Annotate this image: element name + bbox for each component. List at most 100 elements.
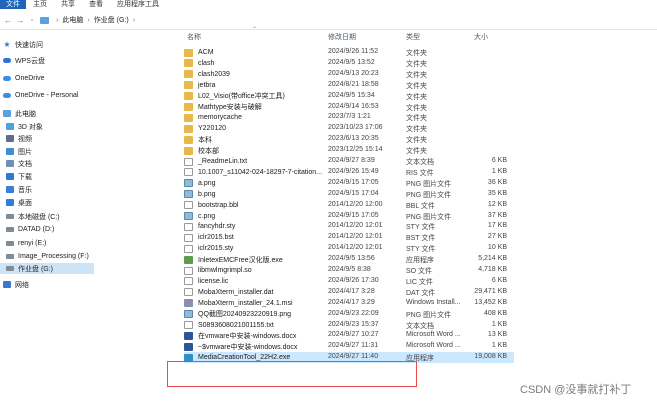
breadcrumb-this-pc[interactable]: 此电脑: [62, 15, 83, 25]
sidebar-item-music[interactable]: 音乐: [6, 184, 32, 195]
file-row[interactable]: c.png 2024/9/15 17:05 PNG 图片文件 37 KB: [184, 211, 514, 222]
sidebar-item-this-pc[interactable]: 此电脑: [3, 108, 36, 119]
file-name: a.png: [198, 179, 216, 187]
sidebar-item-onedrive[interactable]: OneDrive: [3, 73, 45, 84]
file-type: 文件夹: [406, 115, 427, 123]
address-row: ← → ⌄ › 此电脑 › 作业盘 (G:) ›: [0, 10, 657, 30]
file-name-cell: ~$vmware中安装-windows.docx: [184, 341, 297, 352]
file-row[interactable]: bootstrap.bbl 2014/12/20 12:00 BBL 文件 12 KB: [184, 200, 514, 211]
file-row[interactable]: QQ截图20240923220919.png 2024/9/23 22:09 PNG…: [184, 309, 514, 320]
file-size: 17 KB: [487, 222, 507, 230]
sidebar-item-documents[interactable]: 文档: [6, 158, 32, 169]
file-name: MobaXterm_installer_24.1.msi: [198, 299, 293, 307]
sidebar-item-label: OneDrive - Personal: [15, 92, 79, 99]
sidebar-item-drive-g[interactable]: 作业盘 (G:): [0, 263, 94, 274]
file-row[interactable]: MobaXterm_installer.dat 2024/4/17 3:28 DAT…: [184, 287, 514, 298]
file-row[interactable]: b.png 2024/9/15 17:04 PNG 图片文件 35 KB: [184, 189, 514, 200]
file-size: 1 KB: [491, 342, 507, 350]
file-row[interactable]: 在vmware中安装-windows.docx 2024/9/27 10:27 Mi…: [184, 330, 514, 341]
file-row[interactable]: Mathtype安装与破解 2024/9/14 16:53 文件夹: [184, 102, 514, 113]
sidebar-item-downloads[interactable]: 下载: [6, 171, 32, 182]
file-row[interactable]: a.png 2024/9/15 17:05 PNG 图片文件 36 KB: [184, 178, 514, 189]
file-name: _ReadmeLin.txt: [198, 158, 248, 165]
file-row[interactable]: jetbra 2024/8/21 18:58 文件夹: [184, 80, 514, 91]
column-header-date[interactable]: 修改日期: [328, 32, 356, 42]
file-row[interactable]: fancyhdr.sty 2014/12/20 12:01 STY 文件 17 KB: [184, 221, 514, 232]
file-row[interactable]: license.lic 2024/9/26 17:30 LIC 文件 6 KB: [184, 276, 514, 287]
back-arrow-icon[interactable]: ←: [2, 13, 14, 27]
video-icon: [6, 135, 14, 142]
file-row[interactable]: S0893608021001155.txt 2024/9/23 15:37 文本文档…: [184, 320, 514, 331]
sidebar-item-drive-c[interactable]: 本地磁盘 (C:): [6, 211, 60, 222]
file-name-cell: 10.1007_s11042-024-18297-7-citation...: [184, 167, 322, 178]
file-row[interactable]: MobaXterm_installer_24.1.msi 2024/4/17 3:…: [184, 298, 514, 309]
sidebar-item-onedrive-personal[interactable]: OneDrive - Personal: [3, 90, 78, 101]
star-icon: ★: [3, 40, 11, 49]
ribbon-tab-file[interactable]: 文件: [0, 0, 26, 9]
column-header-name[interactable]: 名称: [187, 32, 201, 42]
file-row[interactable]: clash2039 2024/9/13 20:23 文件夹: [184, 69, 514, 80]
file-type: PNG 图片文件: [406, 213, 452, 221]
png-file-icon: [184, 212, 193, 220]
file-name: 在vmware中安装-windows.docx: [198, 332, 297, 340]
drive-icon: [6, 227, 14, 232]
sidebar-item-label: 桌面: [18, 199, 32, 207]
sidebar-item-desktop[interactable]: 桌面: [6, 197, 32, 208]
file-row[interactable]: 校本部 2023/12/25 15:14 文件夹: [184, 145, 514, 156]
sidebar-item-label: 快速访问: [15, 41, 43, 49]
file-name: 10.1007_s11042-024-18297-7-citation...: [198, 168, 323, 176]
ribbon-tab-view[interactable]: 查看: [82, 0, 110, 9]
drive-icon: [6, 241, 14, 246]
sidebar-item-3d-objects[interactable]: 3D 对象: [6, 121, 43, 132]
sidebar-item-wps-cloud[interactable]: WPS云盘: [3, 55, 45, 66]
ribbon-tab-share[interactable]: 共享: [54, 0, 82, 9]
file-type: RIS 文件: [406, 169, 434, 177]
sidebar-item-drive-d[interactable]: DATAD (D:): [6, 224, 54, 235]
file-row[interactable]: InletexEMCFree汉化版.exe 2024/9/5 13:56 应用程序 5…: [184, 254, 514, 265]
sidebar-item-pictures[interactable]: 图片: [6, 146, 32, 157]
file-size: 12 KB: [487, 200, 507, 208]
file-type: Microsoft Word ...: [406, 342, 461, 350]
file-row[interactable]: _ReadmeLin.txt 2024/9/27 8:39 文本文档 6 KB: [184, 156, 514, 167]
file-size: 1 KB: [491, 320, 507, 328]
file-row[interactable]: libmwlmgrimpl.so 2024/9/5 8:38 SO 文件 4,718 …: [184, 265, 514, 276]
column-header-size[interactable]: 大小: [474, 32, 488, 42]
file-date: 2023/7/3 1:21: [328, 113, 371, 121]
sidebar-item-network[interactable]: 网络: [3, 279, 29, 290]
file-name-cell: fancyhdr.sty: [184, 221, 235, 232]
png-file-icon: [184, 310, 193, 319]
file-date: 2024/9/15 17:05: [328, 178, 379, 186]
file-row[interactable]: Y220120 2023/10/23 17:06 文件夹: [184, 123, 514, 134]
file-row[interactable]: iclr2015.sty 2014/12/20 12:01 STY 文件 10 KB: [184, 243, 514, 254]
pc-icon: [3, 110, 11, 117]
sidebar-item-drive-e[interactable]: renyi (E:): [6, 238, 46, 249]
file-date: 2024/9/26 15:49: [328, 167, 379, 175]
file-row[interactable]: clash 2024/9/5 13:52 文件夹: [184, 58, 514, 69]
file-row[interactable]: ~$vmware中安装-windows.docx 2024/9/27 11:31 M…: [184, 341, 514, 352]
ribbon-tab-app-tools[interactable]: 应用程序工具: [110, 0, 166, 9]
forward-arrow-icon[interactable]: →: [14, 13, 26, 27]
recent-dropdown-icon[interactable]: ⌄: [26, 13, 38, 27]
address-bar[interactable]: › 此电脑 › 作业盘 (G:) ›: [40, 13, 340, 27]
column-header-type[interactable]: 类型: [406, 32, 420, 42]
file-name-cell: 校本部: [184, 145, 219, 156]
sidebar-item-label: 3D 对象: [18, 123, 43, 131]
sidebar-item-label: Image_Processing (F:): [18, 253, 89, 260]
file-row[interactable]: ACM 2024/9/26 11:52 文件夹: [184, 47, 514, 58]
file-row[interactable]: memorycache 2023/7/3 1:21 文件夹: [184, 112, 514, 123]
file-date: 2024/9/13 20:23: [328, 69, 379, 77]
documents-icon: [6, 160, 14, 167]
file-type: PNG 图片文件: [406, 191, 452, 199]
file-row[interactable]: 本科 2023/6/13 20:35 文件夹: [184, 134, 514, 145]
sidebar-item-drive-f[interactable]: Image_Processing (F:): [6, 251, 89, 262]
sidebar-item-quick-access[interactable]: ★ 快速访问: [3, 39, 43, 50]
breadcrumb-g-drive[interactable]: 作业盘 (G:): [94, 15, 129, 25]
ribbon-tab-home[interactable]: 主页: [26, 0, 54, 9]
chevron-right-icon: ›: [56, 16, 59, 24]
sidebar-item-videos[interactable]: 视频: [6, 133, 32, 144]
file-row[interactable]: 10.1007_s11042-024-18297-7-citation... 20…: [184, 167, 514, 178]
dat-file-icon: [184, 288, 193, 297]
file-date: 2024/8/21 18:58: [328, 80, 379, 88]
file-row[interactable]: L02_Visio(带office冲突工具) 2024/9/5 15:34 文件夹: [184, 91, 514, 102]
file-row[interactable]: iclr2015.bst 2014/12/20 12:01 BST 文件 27 KB: [184, 232, 514, 243]
